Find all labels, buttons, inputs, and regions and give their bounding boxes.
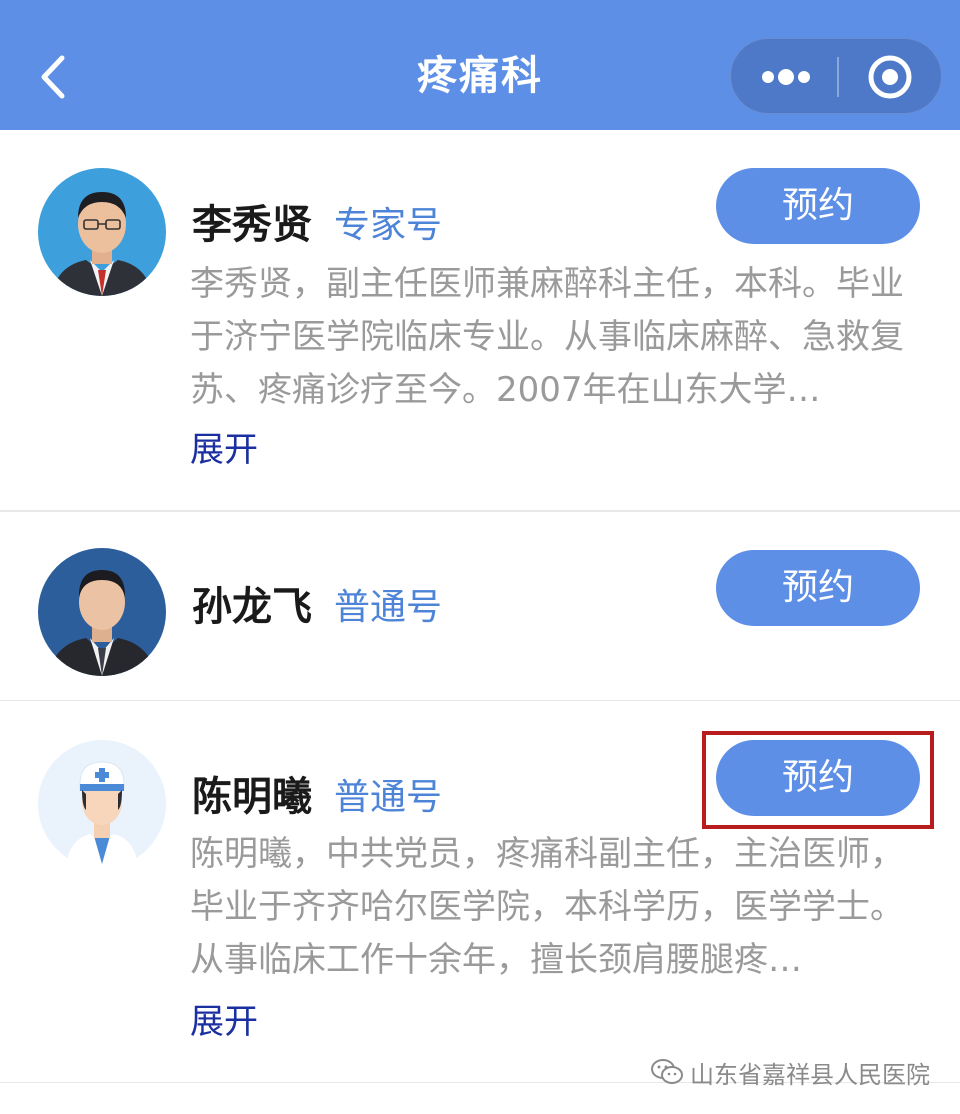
doctor-card: 李秀贤 专家号 预约 李秀贤，副主任医师兼麻醉科主任，本科。毕业于济宁医学院临床… [0, 130, 960, 510]
doctor-card: 孙龙飞 普通号 预约 [0, 512, 960, 700]
doctor-list-page: 疼痛科 李秀贤 专家号 预约 李秀贤，副主任医师兼麻醉科主任，本科。毕业于济宁医… [0, 0, 960, 1114]
more-dots-icon [762, 69, 810, 85]
doctor-description: 陈明曦，中共党员，疼痛科副主任，主治医师，毕业于齐齐哈尔医学院，本科学历，医学学… [190, 834, 904, 980]
wechat-icon [651, 1059, 683, 1084]
doctor-type: 普通号 [334, 587, 443, 628]
card-divider [0, 700, 960, 701]
mini-program-capsule [730, 38, 942, 114]
doctor-name: 陈明曦 [192, 774, 312, 820]
doctor-type: 普通号 [334, 777, 443, 818]
doctor-name: 李秀贤 [192, 202, 312, 248]
more-button[interactable] [731, 39, 837, 115]
doctor-photo-icon [38, 168, 166, 296]
target-circle-icon [868, 55, 912, 99]
doctor-name: 孙龙飞 [192, 584, 312, 630]
doctor-description: 李秀贤，副主任医师兼麻醉科主任，本科。毕业于济宁医学院临床专业。从事临床麻醉、急… [190, 264, 904, 410]
highlight-box [702, 731, 934, 829]
default-doctor-avatar-icon [38, 740, 166, 868]
book-button[interactable]: 预约 [716, 168, 920, 244]
close-button[interactable] [839, 39, 943, 115]
nav-header: 疼痛科 [0, 0, 960, 130]
watermark: 山东省嘉祥县人民医院 [650, 1050, 930, 1094]
book-button[interactable]: 预约 [716, 550, 920, 626]
doctor-photo-icon [38, 548, 166, 676]
doctor-avatar [38, 548, 166, 676]
expand-link[interactable]: 展开 [190, 994, 258, 1043]
doctor-type: 专家号 [334, 205, 443, 246]
watermark-text: 山东省嘉祥县人民医院 [690, 1060, 930, 1089]
doctor-avatar [38, 168, 166, 296]
doctor-avatar [38, 740, 166, 868]
expand-link[interactable]: 展开 [190, 422, 258, 471]
